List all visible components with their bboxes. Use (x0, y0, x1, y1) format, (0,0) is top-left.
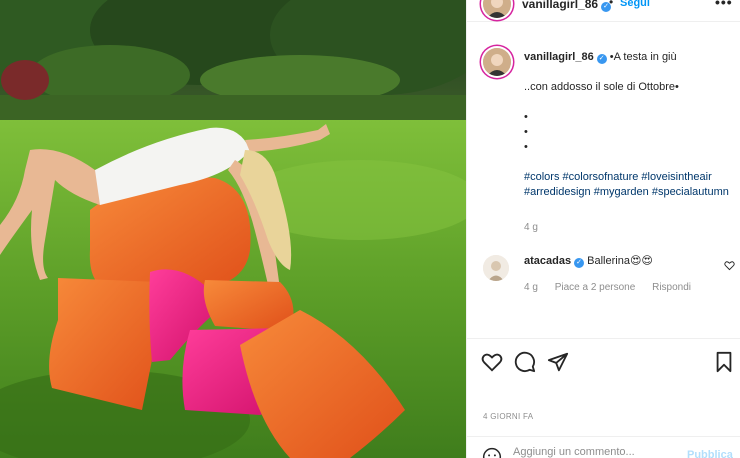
share-icon[interactable] (547, 351, 569, 373)
reply-button[interactable]: Rispondi (652, 282, 691, 293)
emoji-icon[interactable] (482, 447, 502, 458)
post-sidebar: vanillagirl_86 ✓ • Segui ••• vanillagirl_… (466, 0, 740, 458)
post-photo[interactable] (0, 0, 466, 458)
caption-line-2: ..con addosso il sole di Ottobre• (524, 81, 679, 93)
comment-input[interactable] (513, 446, 663, 458)
action-bar: 4 GIORNI FA (467, 338, 740, 428)
heart-icon[interactable] (481, 351, 503, 373)
comment-timestamp[interactable]: 4 g (524, 282, 538, 293)
hashtag-link[interactable]: #colors (524, 171, 559, 183)
commenter-avatar[interactable] (483, 255, 509, 281)
post-date[interactable]: 4 GIORNI FA (483, 412, 533, 421)
add-comment-bar: Pubblica (467, 436, 740, 458)
caption-dot: • (524, 111, 528, 123)
author-avatar[interactable] (483, 0, 511, 18)
hashtag-link[interactable]: #mygarden (594, 186, 649, 198)
caption-line-1: •A testa in giù (609, 51, 677, 63)
hashtag-link[interactable]: #loveisintheair (641, 171, 711, 183)
commenter-username[interactable]: atacadas (524, 255, 571, 267)
caption-dot: • (524, 126, 528, 138)
comment-text: Ballerina😍😍 (587, 255, 653, 267)
comment-meta: 4 g Piace a 2 persone Rispondi (524, 282, 705, 293)
verified-icon: ✓ (574, 258, 585, 268)
post-caption: vanillagirl_86 ✓ •A testa in giù ..con ad… (524, 50, 729, 200)
caption-author-avatar[interactable] (483, 48, 511, 76)
comment: atacadas ✓ Ballerina😍😍 (524, 254, 653, 268)
photo-illustration (0, 0, 466, 458)
comment-icon[interactable] (514, 351, 536, 373)
follow-button[interactable]: Segui (620, 0, 650, 9)
header-separator: • (609, 0, 614, 9)
bookmark-icon[interactable] (713, 351, 735, 373)
hashtag-link[interactable]: #colorsofnature (563, 171, 639, 183)
like-comment-heart-icon[interactable] (724, 260, 735, 271)
hashtag-list: #colors #colorsofnature #loveisintheair … (524, 170, 729, 200)
caption-dot: • (524, 141, 528, 153)
caption-username[interactable]: vanillagirl_86 (524, 51, 594, 63)
verified-icon: ✓ (596, 54, 607, 64)
comment-likes[interactable]: Piace a 2 persone (555, 282, 636, 293)
author-username[interactable]: vanillagirl_86 ✓ (522, 0, 612, 12)
caption-timestamp[interactable]: 4 g (524, 222, 538, 233)
more-options-icon[interactable]: ••• (715, 0, 733, 10)
publish-button[interactable]: Pubblica (687, 449, 733, 458)
post-header: vanillagirl_86 ✓ • Segui ••• (467, 0, 740, 22)
hashtag-link[interactable]: #specialautumn (652, 186, 729, 198)
hashtag-link[interactable]: #arredidesign (524, 186, 591, 198)
